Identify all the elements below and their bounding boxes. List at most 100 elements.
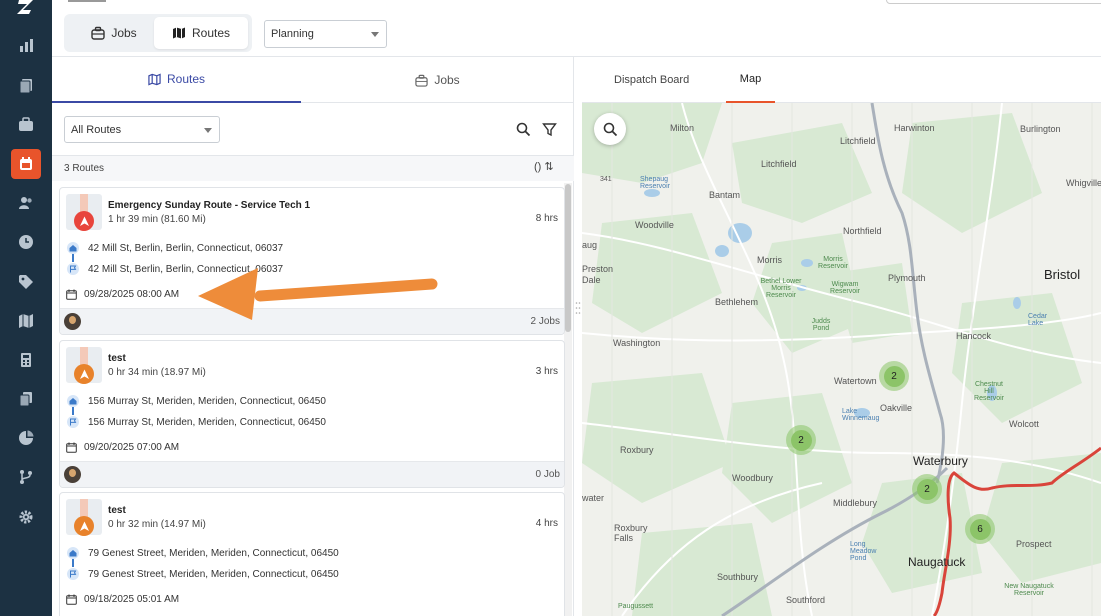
route-hours: 8 hrs	[535, 213, 558, 224]
route-end-address: 79 Genest Street, Meriden, Meriden, Conn…	[88, 569, 339, 580]
segment-routes-button[interactable]: Routes	[154, 17, 248, 49]
map-lake-label: Shepaug Reservoir	[640, 176, 670, 190]
flag-icon	[67, 568, 79, 580]
sidebar-item-estimates[interactable]	[11, 71, 41, 101]
filter-row: All Routes	[52, 103, 574, 156]
briefcase-icon	[91, 26, 106, 40]
map-town-label: Milton	[670, 123, 695, 133]
search-icon	[516, 122, 530, 136]
tab-dispatch-board-label: Dispatch Board	[614, 74, 690, 86]
route-date: 09/18/2025 05:01 AM	[84, 594, 180, 605]
tab-dispatch-board[interactable]: Dispatch Board	[614, 57, 689, 103]
map-icon	[19, 314, 33, 328]
route-map[interactable]: Milton Harwinton Burlington Litchfield L…	[582, 103, 1101, 616]
sort-toggle-button[interactable]: () ⇅	[534, 160, 554, 173]
route-start-address: 156 Murray St, Meriden, Meriden, Connect…	[88, 396, 326, 407]
search-routes-button[interactable]	[514, 120, 532, 138]
avatar	[64, 313, 81, 330]
map-search-button[interactable]	[594, 113, 626, 145]
map-cluster-marker[interactable]: 2	[786, 425, 816, 455]
tab-map-label: Map	[739, 73, 762, 85]
documents-icon	[19, 79, 32, 94]
map-town-label: Plymouth	[888, 273, 926, 283]
map-cluster-marker[interactable]: 2	[912, 474, 942, 504]
filter-routes-button[interactable]	[540, 120, 558, 138]
route-card[interactable]: test 0 hr 34 min (18.97 Mi) 3 hrs 156 Mu…	[59, 340, 565, 488]
sidebar-item-settings[interactable]	[11, 502, 41, 532]
map-town-label: Washington	[613, 338, 661, 348]
app-logo[interactable]	[12, 0, 40, 14]
sidebar-item-analytics[interactable]	[11, 423, 41, 453]
sidebar-item-maps[interactable]	[11, 306, 41, 336]
map-town-label: Preston	[582, 264, 614, 274]
route-strip	[80, 499, 88, 517]
map-cluster-marker[interactable]: 2	[879, 361, 909, 391]
sidebar-item-jobs[interactable]	[11, 110, 41, 140]
home-icon	[67, 242, 79, 254]
annotation-arrow-icon	[198, 268, 438, 320]
map-town-label: Morris	[757, 255, 782, 265]
view-mode-value: Planning	[271, 28, 314, 40]
map-lake-label: New Naugatuck Reservoir	[1004, 583, 1054, 597]
sidebar-item-customers[interactable]	[11, 188, 41, 218]
route-card-footer: 0 Job	[60, 461, 564, 487]
tab-map[interactable]: Map	[726, 57, 775, 103]
tab-routes[interactable]: Routes	[52, 57, 301, 103]
navigation-pin-icon	[74, 364, 94, 384]
map-lake-label: Judds Pond	[811, 318, 831, 332]
users-icon	[19, 197, 32, 209]
map-town-label: Waterbury	[913, 454, 968, 468]
view-mode-select[interactable]: Planning	[264, 20, 387, 48]
routes-panel: Routes Jobs All Routes 3 Routes () ⇅ Eme…	[52, 57, 574, 616]
global-search-input[interactable]	[886, 0, 1101, 4]
flag-icon	[67, 416, 79, 428]
sidebar-item-reports[interactable]	[11, 384, 41, 414]
sidebar-item-timesheets[interactable]	[11, 227, 41, 257]
route-strip	[80, 194, 88, 212]
route-title: test	[108, 505, 126, 516]
tab-jobs[interactable]: Jobs	[301, 57, 574, 103]
map-lake-label: Long Meadow Pond	[850, 541, 877, 562]
route-filter-select[interactable]: All Routes	[64, 116, 220, 143]
calendar-icon	[20, 157, 32, 170]
route-date: 09/20/2025 07:00 AM	[84, 442, 180, 453]
map-park-label: Paugussett	[618, 603, 654, 610]
map-town-label: Bantam	[709, 190, 741, 200]
route-card[interactable]: test 0 hr 32 min (14.97 Mi) 4 hrs 79 Gen…	[59, 492, 565, 616]
map-lake-label: Lake Winnemaug	[842, 408, 880, 422]
sidebar-item-workflows[interactable]	[11, 462, 41, 492]
briefcase-icon	[19, 117, 33, 131]
route-summary: 0 hr 32 min (14.97 Mi)	[108, 519, 206, 530]
map-town-label: Wolcott	[1009, 419, 1039, 429]
map-cluster-marker[interactable]: 6	[965, 514, 995, 544]
sidebar-item-pricebook[interactable]	[11, 267, 41, 297]
map-town-label: Southford	[786, 595, 826, 605]
route-strip	[80, 347, 88, 365]
map-town-label: Northfield	[843, 226, 882, 236]
panel-resize-handle[interactable]	[575, 300, 581, 316]
map-town-label: Watertown	[834, 376, 877, 386]
map-lake-label: Bethel Lower Morris Reservoir	[760, 278, 802, 299]
sidebar-item-schedule[interactable]	[11, 149, 41, 179]
file-copy-icon	[19, 392, 32, 407]
route-job-count: 0 Job	[535, 469, 560, 480]
map-town-label: Woodville	[635, 220, 674, 230]
segment-jobs-button[interactable]: Jobs	[72, 17, 156, 49]
calculator-icon	[21, 353, 31, 367]
sidebar-item-invoices[interactable]	[11, 345, 41, 375]
tab-routes-label: Routes	[166, 72, 206, 86]
list-scrollbar-thumb[interactable]	[565, 184, 571, 332]
pie-chart-icon	[19, 430, 34, 445]
map-lake-label: Wigwam Reservoir	[830, 281, 860, 295]
avatar	[64, 466, 81, 483]
route-thumbnail	[66, 499, 102, 536]
map-town-label: Litchfield	[840, 136, 876, 146]
map-town-label: Hancock	[956, 331, 992, 341]
bar-chart-icon	[20, 39, 33, 52]
map-town-label: Naugatuck	[908, 555, 966, 569]
calendar-icon	[66, 442, 77, 453]
route-thumbnail	[66, 194, 102, 231]
home-icon	[67, 395, 79, 407]
map-lake-label: Chestnut Hill Reservoir	[974, 381, 1004, 402]
sidebar-item-dashboard[interactable]	[11, 31, 41, 61]
